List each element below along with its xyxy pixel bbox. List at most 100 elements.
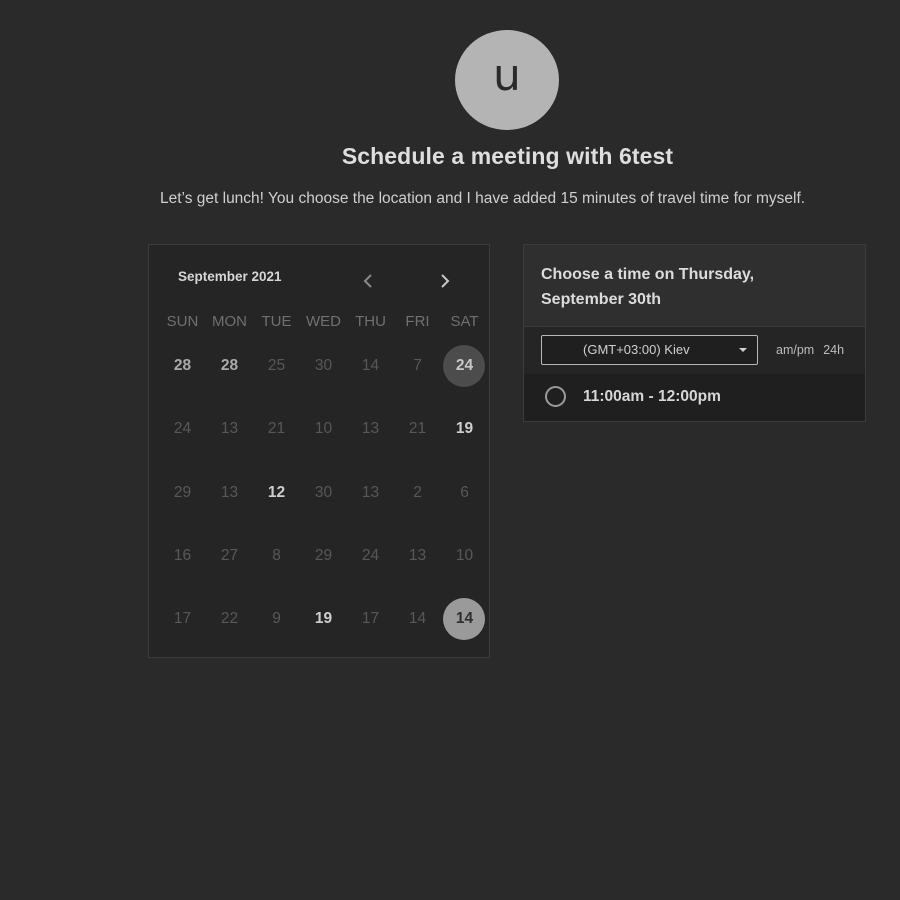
calendar-day: 13 [206, 472, 253, 514]
day-number: 28 [173, 357, 192, 374]
calendar-day: 13 [347, 472, 394, 514]
day-number: 21 [267, 420, 286, 438]
calendar-day[interactable]: 19 [441, 408, 488, 450]
day-number: 14 [408, 610, 427, 628]
weekday-label: MON [212, 313, 247, 330]
calendar-day: 30 [300, 472, 347, 514]
day-number: 14 [361, 357, 380, 374]
week-row: 29 13 12 30 13 2 6 [159, 472, 489, 535]
week-row: 28 28 25 30 14 7 24 [159, 345, 489, 408]
calendar-day: 22 [206, 598, 253, 640]
calendar-day[interactable]: 24 [441, 345, 488, 387]
chevron-right-icon [441, 274, 450, 288]
day-number: 8 [272, 546, 281, 564]
day-number: 10 [455, 546, 474, 564]
weekday-label: SAT [450, 313, 479, 330]
calendar-day: 9 [253, 598, 300, 640]
weekday-label: FRI [405, 313, 430, 330]
calendar-day: 13 [347, 408, 394, 450]
weekday-label: THU [355, 313, 386, 330]
day-number: 22 [220, 610, 239, 628]
caret-down-icon [739, 348, 747, 352]
calendar-day: 30 [300, 345, 347, 387]
meeting-description: Let’s get lunch! You choose the location… [160, 190, 806, 207]
calendar-day: 13 [394, 535, 441, 577]
day-number: 16 [173, 546, 192, 564]
chevron-left-icon [363, 274, 372, 288]
day-number: 10 [314, 420, 333, 438]
calendar-day: 6 [441, 472, 488, 514]
time-slot[interactable]: 11:00am - 12:00pm [524, 374, 865, 421]
calendar-day: 10 [300, 408, 347, 450]
calendar-day: 28 [159, 345, 206, 387]
day-number: 9 [272, 610, 281, 628]
avatar-initial: u [493, 50, 521, 101]
calendar-day: 25 [253, 345, 300, 387]
day-number: 19 [314, 610, 333, 628]
calendar-day: 16 [159, 535, 206, 577]
calendar: September 2021 SUN MON TUE WED THU FRI S… [148, 244, 490, 658]
week-row: 17 22 9 19 17 14 14 [159, 598, 489, 661]
calendar-day: 13 [206, 408, 253, 450]
calendar-day[interactable]: 19 [300, 598, 347, 640]
day-number: 7 [413, 357, 422, 374]
week-row: 24 13 21 10 13 21 19 [159, 408, 489, 471]
calendar-day-selected[interactable]: 14 [441, 598, 488, 641]
weekday-label: TUE [261, 313, 292, 330]
calendar-day: 14 [394, 598, 441, 640]
day-number: 25 [267, 357, 286, 374]
calendar-day: 14 [347, 345, 394, 387]
day-number: 17 [173, 610, 192, 628]
calendar-day: 29 [300, 535, 347, 577]
day-number: 2 [413, 483, 422, 501]
month-label: September 2021 [178, 269, 282, 284]
day-number: 13 [361, 483, 380, 501]
calendar-day: 17 [347, 598, 394, 640]
time-picker-panel: Choose a time on Thursday, September 30t… [523, 244, 866, 422]
time-slot-label: 11:00am - 12:00pm [583, 388, 721, 405]
calendar-day: 7 [394, 345, 441, 387]
day-number: 24 [173, 420, 192, 438]
host-avatar: u [455, 30, 559, 130]
calendar-day: 27 [206, 535, 253, 577]
weekday-header: SUN MON TUE WED THU FRI SAT [159, 313, 489, 330]
day-number: 13 [220, 483, 239, 501]
day-number: 29 [314, 546, 333, 564]
weekday-label: SUN [166, 313, 199, 330]
calendar-day[interactable]: 12 [253, 472, 300, 514]
week-row: 16 27 8 29 24 13 10 [159, 535, 489, 598]
day-number: 12 [267, 483, 286, 501]
prev-month-button[interactable] [358, 270, 378, 292]
calendar-day: 24 [159, 408, 206, 450]
timezone-value: (GMT+03:00) Kiev [583, 342, 690, 357]
page-title: Schedule a meeting with 6test [341, 143, 674, 169]
calendar-day: 28 [206, 345, 253, 387]
timezone-select[interactable]: (GMT+03:00) Kiev [541, 335, 758, 365]
calendar-day: 21 [394, 408, 441, 450]
day-number: 13 [220, 420, 239, 438]
format-ampm-option[interactable]: am/pm [776, 343, 814, 357]
day-number: 24 [455, 357, 474, 374]
calendar-day: 24 [347, 535, 394, 577]
day-number: 14 [455, 610, 474, 628]
day-number: 19 [455, 420, 474, 438]
day-number: 29 [173, 483, 192, 501]
format-24h-option[interactable]: 24h [823, 343, 844, 357]
selected-date-heading: Choose a time on Thursday, September 30t… [541, 266, 755, 308]
day-number: 21 [408, 420, 427, 438]
day-number: 17 [361, 610, 380, 628]
calendar-day: 29 [159, 472, 206, 514]
radio-circle-icon [545, 386, 566, 407]
calendar-day: 10 [441, 535, 488, 577]
day-number: 13 [408, 546, 427, 564]
calendar-day: 2 [394, 472, 441, 514]
time-panel-header: Choose a time on Thursday, September 30t… [524, 245, 865, 327]
calendar-day: 17 [159, 598, 206, 640]
time-slot-list: 11:00am - 12:00pm [524, 374, 865, 421]
time-format-toggle: am/pm 24h [776, 343, 844, 357]
day-number: 30 [314, 483, 333, 501]
calendar-day: 8 [253, 535, 300, 577]
next-month-button[interactable] [435, 270, 455, 292]
day-number: 27 [220, 546, 239, 564]
weekday-label: WED [306, 313, 341, 330]
